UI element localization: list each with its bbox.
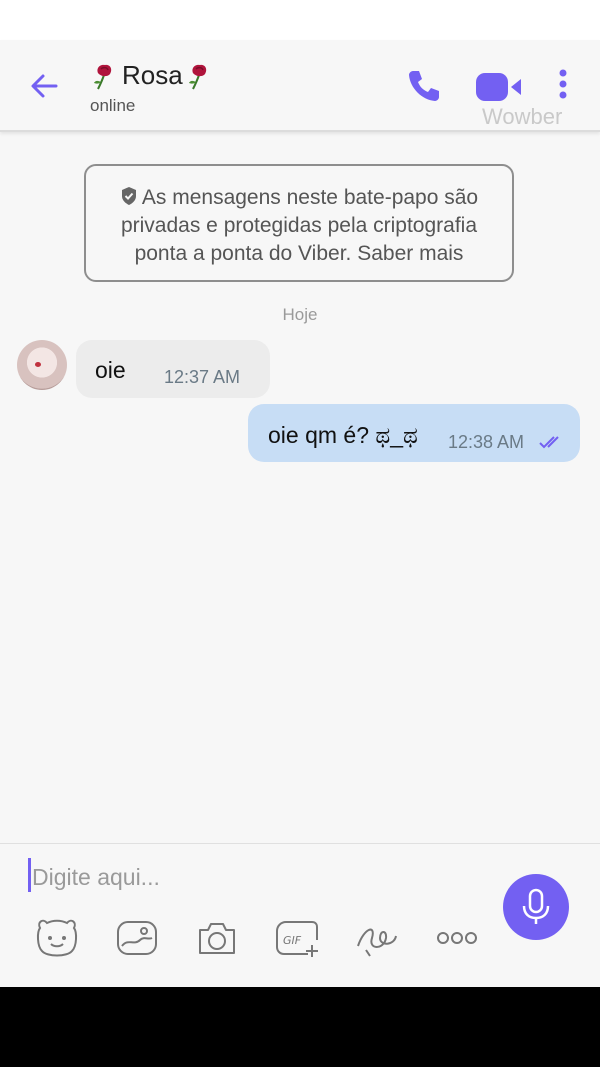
gallery-button[interactable] [114,916,160,960]
more-options-button[interactable] [553,66,573,106]
message-input[interactable] [28,858,474,896]
camera-icon [199,923,235,954]
phone-icon [409,71,439,101]
encryption-notice[interactable]: As mensagens neste bate-papo são privada… [84,164,514,282]
contact-title[interactable]: Rosa [90,60,215,91]
sticker-icon [36,919,78,957]
video-camera-icon [476,73,521,101]
call-button[interactable] [404,66,444,106]
gallery-icon [117,921,157,955]
back-button[interactable] [22,64,66,108]
back-arrow-icon [31,74,58,98]
avatar-detail [35,362,41,367]
contact-name: Rosa [122,60,183,90]
chat-header: Rosa online Wowber [0,40,600,132]
encryption-notice-text: As mensagens neste bate-papo são privada… [120,186,479,265]
message-composer: GIF [0,843,600,988]
video-call-button[interactable] [474,70,524,104]
sticker-button[interactable] [34,916,80,960]
rose-emoji-icon [188,64,206,89]
doodle-button[interactable] [354,916,400,960]
day-separator: Hoje [282,305,318,324]
microphone-icon [522,888,550,924]
message-text: oie qm é? ಥ_ಥ [268,422,418,448]
camera-button[interactable] [194,916,240,960]
svg-text:GIF: GIF [283,934,302,947]
gif-icon: GIF [276,921,318,957]
system-navigation-bar [0,987,600,1067]
message-time: 12:38 AM [448,432,525,452]
read-receipt-icon [539,436,559,449]
contact-status: online [90,96,136,115]
more-options-icon [437,932,477,944]
message-bubble-outgoing[interactable]: oie qm é? ಥ_ಥ 12:38 AM [248,404,580,462]
message-text: oie [95,357,126,383]
voice-message-button[interactable] [503,874,569,940]
rose-emoji-icon [94,64,112,89]
more-tools-button[interactable] [434,916,480,960]
doodle-icon [357,928,397,957]
shield-icon [121,187,136,205]
vertical-dots-icon [559,69,567,99]
avatar[interactable] [17,340,67,390]
status-bar [0,0,600,40]
watermark: Wowber [482,104,563,129]
message-time: 12:37 AM [164,367,241,387]
gif-button[interactable]: GIF [274,916,320,960]
message-bubble-incoming[interactable]: oie 12:37 AM [76,340,270,398]
